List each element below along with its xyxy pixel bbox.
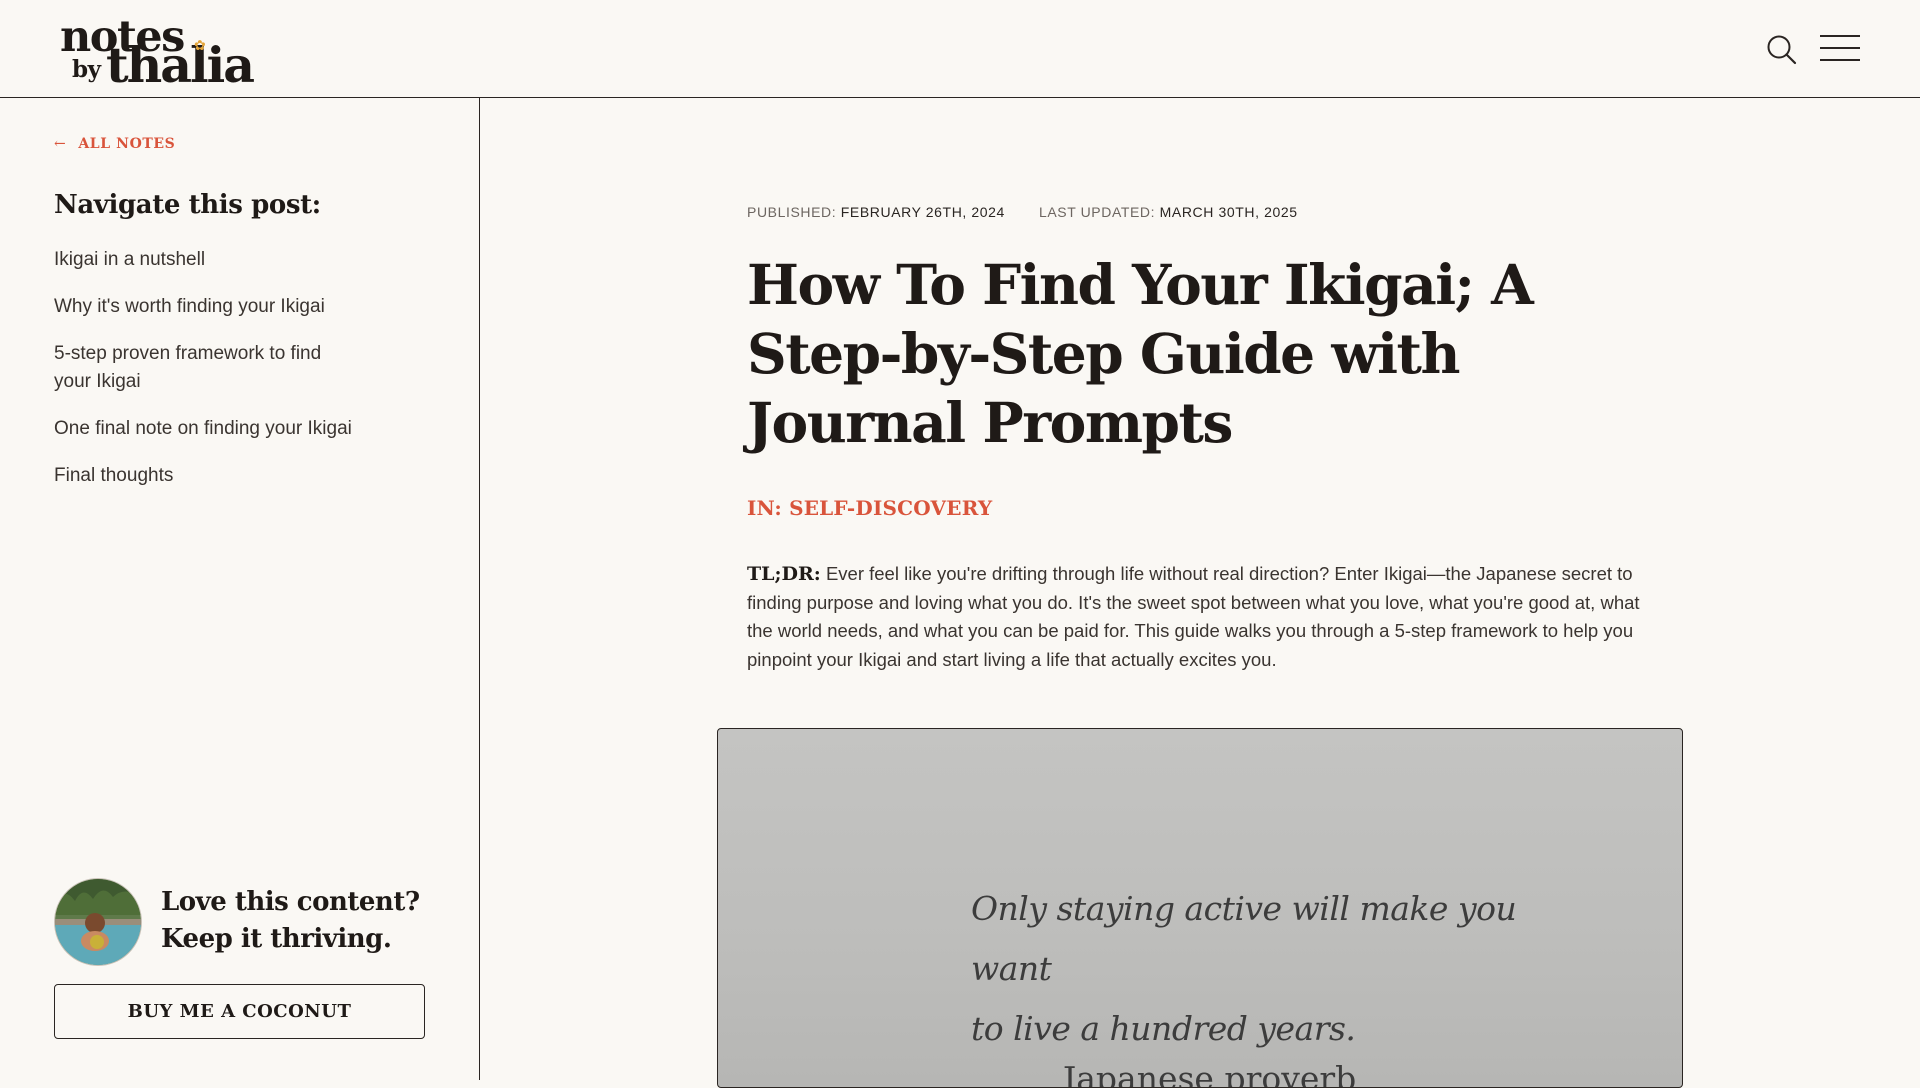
all-notes-label: ALL NOTES [78,136,176,152]
buy-me-a-coconut-button[interactable]: BUY ME A COCONUT [54,984,425,1039]
toc-item-final-note[interactable]: One final note on finding your Ikigai [54,415,394,443]
updated-date: MARCH 30TH, 2025 [1159,204,1298,220]
tldr-summary: TL;DR: Ever feel like you're drifting th… [747,560,1657,674]
toc-item-ikigai-nutshell[interactable]: Ikigai in a nutshell [54,246,394,274]
site-header: notes by thalia ✿ [0,0,1920,98]
logo-flower-icon: ✿ [194,38,206,54]
tldr-text: Ever feel like you're drifting through l… [747,563,1640,670]
published-label: PUBLISHED: [747,204,837,220]
promo-heading: Love this content? Keep it thriving. [161,884,441,958]
hero-image: Only staying active will make you want t… [717,728,1683,1088]
hamburger-menu-icon[interactable] [1818,32,1862,64]
table-of-contents: Ikigai in a nutshell Why it's worth find… [54,246,394,509]
logo-word-by: by [72,56,101,83]
site-logo[interactable]: notes by thalia ✿ [60,10,255,94]
avatar [54,878,142,966]
tldr-label: TL;DR: [747,563,821,585]
toc-item-final-thoughts[interactable]: Final thoughts [54,462,394,490]
published-date: FEBRUARY 26TH, 2024 [840,204,1005,220]
hero-quote-line-1: Only staying active will make you want [971,889,1517,988]
toc-heading: Navigate this post: [54,190,321,220]
arrow-left-icon: ← [54,136,67,152]
hero-attribution: Japanese proverb [1063,1059,1357,1088]
promo-line-2: Keep it thriving. [161,924,392,954]
updated-label: LAST UPDATED: [1038,204,1156,220]
logo-word-thalia: thalia [106,36,255,94]
post-sidebar: ← ALL NOTES Navigate this post: Ikigai in… [0,98,480,1080]
promo-line-1: Love this content? [161,887,420,917]
post-meta: PUBLISHED: FEBRUARY 26TH, 2024 LAST UPDAT… [747,204,1447,220]
toc-item-five-step-framework[interactable]: 5-step proven framework to find your Iki… [54,340,354,396]
all-notes-back-link[interactable]: ← ALL NOTES [54,136,175,152]
toc-item-why-worth[interactable]: Why it's worth finding your Ikigai [54,293,394,321]
category-link[interactable]: IN: SELF-DISCOVERY [747,496,992,520]
page-title: How To Find Your Ikigai; A Step-by-Step … [747,252,1534,455]
hero-quote-line-2: to live a hundred years. [971,1009,1356,1048]
search-icon[interactable] [1764,32,1800,68]
hero-quote: Only staying active will make you want t… [971,879,1571,1059]
